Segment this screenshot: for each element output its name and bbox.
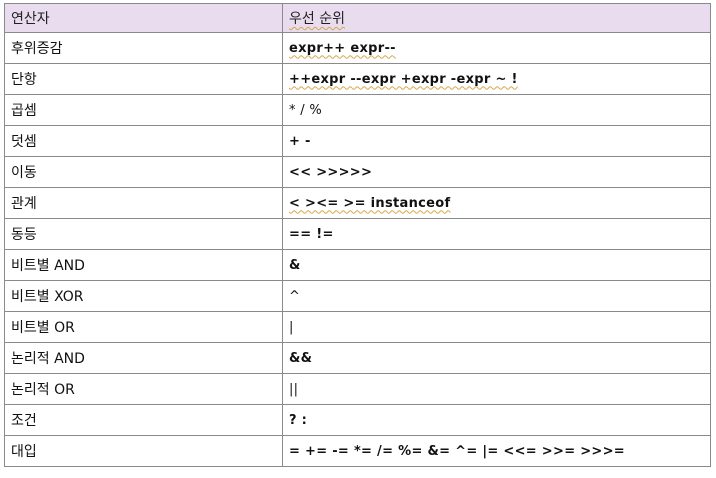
precedence-text: ++expr --expr +expr -expr ~ ! <box>289 71 518 87</box>
precedence-cell: && <box>282 342 711 374</box>
table-row: 덧셈 + - <box>4 125 711 157</box>
operator-cell: 비트별 OR <box>4 311 283 343</box>
operator-precedence-table-container: 연산자 우선 순위 후위증감 expr++ expr-- 단항 ++expr -… <box>4 3 711 467</box>
precedence-text: < ><= >= instanceof <box>289 195 451 211</box>
precedence-cell: ++expr --expr +expr -expr ~ ! <box>282 63 711 95</box>
header-precedence-text: 우선 순위 <box>289 11 345 27</box>
operator-cell: 단항 <box>4 63 283 95</box>
precedence-cell: + - <box>282 125 711 157</box>
precedence-cell: & <box>282 249 711 281</box>
precedence-cell: || <box>282 373 711 405</box>
header-operator: 연산자 <box>4 3 283 33</box>
table-row: 대입 = += -= *= /= %= &= ^= |= <<= >>= >>>… <box>4 435 711 467</box>
operator-cell: 후위증감 <box>4 32 283 64</box>
table-row: 관계 < ><= >= instanceof <box>4 187 711 219</box>
operator-cell: 비트별 XOR <box>4 280 283 312</box>
operator-cell: 관계 <box>4 187 283 219</box>
table-row: 후위증감 expr++ expr-- <box>4 32 711 64</box>
precedence-text: expr++ expr-- <box>289 40 396 56</box>
table-row: 논리적 OR || <box>4 373 711 405</box>
header-precedence: 우선 순위 <box>282 3 711 33</box>
operator-cell: 비트별 AND <box>4 249 283 281</box>
header-row: 연산자 우선 순위 <box>4 3 711 33</box>
operator-cell: 덧셈 <box>4 125 283 157</box>
table-row: 동등 == != <box>4 218 711 250</box>
precedence-cell: * / % <box>282 94 711 126</box>
table-row: 비트별 OR | <box>4 311 711 343</box>
precedence-cell: ? : <box>282 404 711 436</box>
operator-cell: 논리적 AND <box>4 342 283 374</box>
operator-cell: 논리적 OR <box>4 373 283 405</box>
precedence-cell: ^ <box>282 280 711 312</box>
table-row: 논리적 AND && <box>4 342 711 374</box>
precedence-cell: = += -= *= /= %= &= ^= |= <<= >>= >>>= <box>282 435 711 467</box>
operator-precedence-table: 연산자 우선 순위 후위증감 expr++ expr-- 단항 ++expr -… <box>4 3 711 467</box>
operator-cell: 동등 <box>4 218 283 250</box>
precedence-cell: < ><= >= instanceof <box>282 187 711 219</box>
precedence-cell: << >>>>> <box>282 156 711 188</box>
table-row: 조건 ? : <box>4 404 711 436</box>
table-row: 단항 ++expr --expr +expr -expr ~ ! <box>4 63 711 95</box>
table-row: 비트별 XOR ^ <box>4 280 711 312</box>
operator-cell: 이동 <box>4 156 283 188</box>
precedence-cell: expr++ expr-- <box>282 32 711 64</box>
precedence-cell: | <box>282 311 711 343</box>
operator-cell: 대입 <box>4 435 283 467</box>
precedence-cell: == != <box>282 218 711 250</box>
table-row: 곱셈 * / % <box>4 94 711 126</box>
table-row: 이동 << >>>>> <box>4 156 711 188</box>
operator-cell: 곱셈 <box>4 94 283 126</box>
operator-cell: 조건 <box>4 404 283 436</box>
table-row: 비트별 AND & <box>4 249 711 281</box>
